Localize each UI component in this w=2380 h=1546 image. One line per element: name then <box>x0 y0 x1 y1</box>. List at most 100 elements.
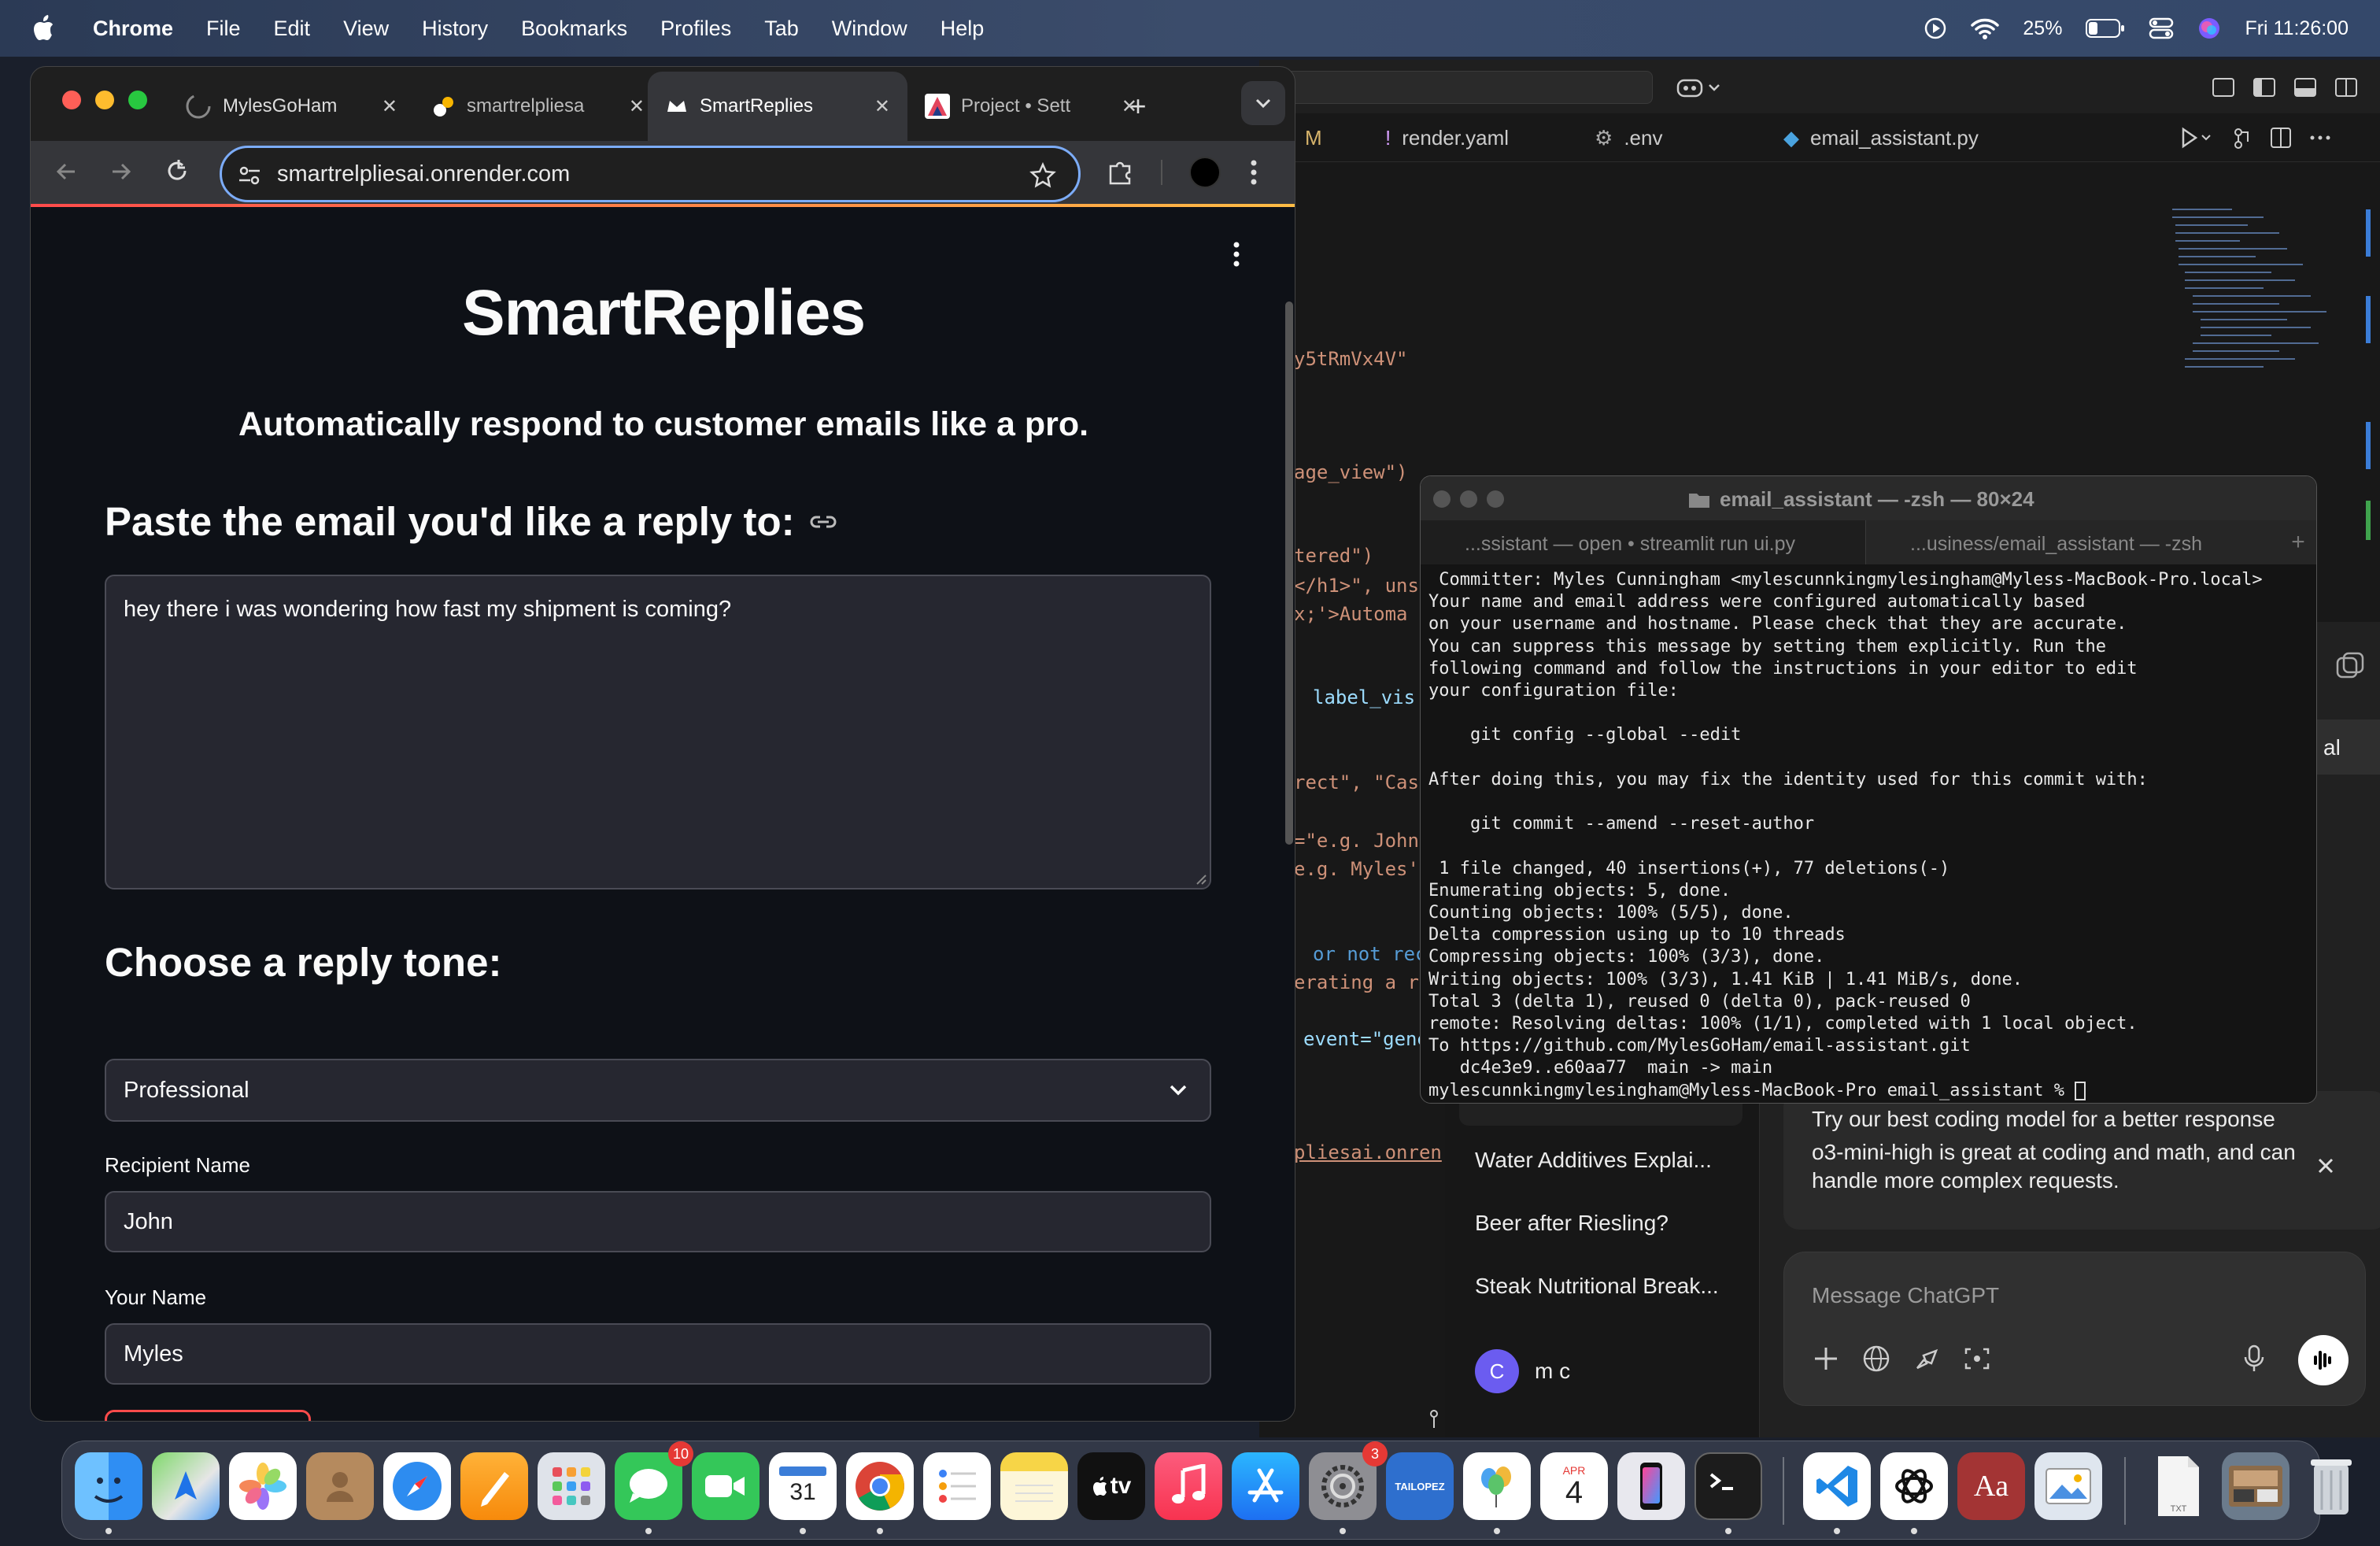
link-icon[interactable] <box>809 512 837 531</box>
microphone-icon[interactable] <box>2243 1344 2265 1373</box>
close-promo-icon[interactable] <box>2317 1157 2334 1174</box>
menu-window[interactable]: Window <box>832 17 907 41</box>
menu-tab[interactable]: Tab <box>764 17 799 41</box>
menu-app-chrome[interactable]: Chrome <box>93 17 173 41</box>
pages-icon[interactable] <box>460 1452 528 1520</box>
close-tab-icon[interactable]: ✕ <box>629 95 645 118</box>
user-name[interactable]: m c <box>1535 1359 1570 1384</box>
music-icon[interactable] <box>1155 1452 1222 1520</box>
terminal-zoom-button[interactable] <box>1487 490 1504 508</box>
txt-document-icon[interactable]: TXT <box>2145 1452 2212 1520</box>
forward-arrow-icon[interactable] <box>108 158 135 185</box>
terminal-output[interactable]: Committer: Myles Cunningham <mylescunnki… <box>1421 564 2316 1103</box>
launchpad-icon[interactable] <box>538 1452 605 1520</box>
tab-mylesgoham[interactable]: MylesGoHam ✕ <box>169 81 413 131</box>
bookmark-star-icon[interactable] <box>1029 162 1056 189</box>
extensions-puzzle-icon[interactable] <box>1106 157 1136 187</box>
terminal-tab-1[interactable]: ...ssistant — open • streamlit run ui.py <box>1421 520 1866 564</box>
menu-file[interactable]: File <box>206 17 241 41</box>
terminal-close-button[interactable] <box>1433 490 1451 508</box>
wifi-icon[interactable] <box>1971 17 2000 39</box>
email-textarea[interactable]: hey there i was wondering how fast my sh… <box>105 575 1211 890</box>
notes-icon[interactable] <box>1000 1452 1068 1520</box>
address-bar[interactable]: smartrelpliesai.onrender.com <box>220 146 1081 202</box>
contacts-icon[interactable] <box>306 1452 374 1520</box>
terminal-new-tab-button[interactable]: + <box>2278 520 2316 564</box>
resize-handle-icon[interactable] <box>1194 872 1207 885</box>
history-item[interactable]: Beer after Riesling? <box>1475 1211 1669 1236</box>
control-center-icon[interactable] <box>2149 17 2174 40</box>
terminal-icon[interactable] <box>1694 1452 1762 1520</box>
composer-tool-icons[interactable] <box>1810 1343 1999 1374</box>
window-close-button[interactable] <box>62 91 81 109</box>
close-tab-icon[interactable]: ✕ <box>874 95 890 118</box>
back-arrow-icon[interactable] <box>53 158 79 185</box>
user-avatar[interactable]: C <box>1475 1349 1519 1393</box>
window-zoom-button[interactable] <box>128 91 147 109</box>
apple-tv-icon[interactable]: tv <box>1077 1452 1145 1520</box>
app-menu-icon[interactable] <box>1232 240 1241 268</box>
vscode-branch-icon[interactable] <box>1426 1409 1442 1429</box>
vscode-command-center[interactable] <box>1259 71 1653 104</box>
editor-actions-icons[interactable] <box>2180 126 2369 150</box>
menu-view[interactable]: View <box>343 17 389 41</box>
recipient-name-input[interactable]: John <box>105 1191 1211 1252</box>
menu-bookmarks[interactable]: Bookmarks <box>521 17 627 41</box>
terminal-minimize-button[interactable] <box>1460 490 1477 508</box>
reminders-date-icon[interactable]: APR 4 <box>1540 1452 1608 1520</box>
tab-smartreplies[interactable]: SmartReplies ✕ <box>649 81 906 131</box>
tone-select[interactable]: Professional <box>105 1059 1211 1122</box>
tailopez-app-icon[interactable]: TAILOPEZ <box>1386 1452 1454 1520</box>
render-favicon <box>434 97 453 117</box>
tab-smartrelpliesa[interactable]: smartrelpliesa ✕ <box>416 81 660 131</box>
battery-icon[interactable] <box>2086 18 2125 39</box>
message-input[interactable]: Message ChatGPT <box>1812 1283 1999 1308</box>
downloads-stack-icon[interactable] <box>2222 1452 2289 1520</box>
reload-icon[interactable] <box>163 157 191 185</box>
dictionary-icon[interactable]: Aa <box>1957 1452 2025 1520</box>
play-circle-icon[interactable] <box>1924 17 1947 40</box>
menu-edit[interactable]: Edit <box>274 17 311 41</box>
maps-icon[interactable] <box>152 1452 220 1520</box>
tab-search-button[interactable] <box>1241 81 1285 125</box>
iphone-mirroring-icon[interactable] <box>1617 1452 1685 1520</box>
reminders-icon[interactable] <box>923 1452 991 1520</box>
facetime-icon[interactable] <box>692 1452 759 1520</box>
calendar-icon[interactable]: 31 <box>769 1452 837 1520</box>
your-name-input[interactable]: Myles <box>105 1323 1211 1385</box>
tab-render-yaml[interactable]: ! render.yaml <box>1385 113 1509 162</box>
new-tab-button[interactable]: + <box>1118 83 1158 130</box>
menu-help[interactable]: Help <box>941 17 985 41</box>
close-tab-icon[interactable]: ✕ <box>382 95 397 118</box>
history-item[interactable]: Steak Nutritional Break... <box>1475 1274 1719 1299</box>
page-scrollbar[interactable] <box>1285 301 1293 845</box>
tab-env[interactable]: ⚙ .env <box>1595 113 1662 162</box>
chrome-icon[interactable] <box>846 1452 914 1520</box>
menu-profiles[interactable]: Profiles <box>660 17 731 41</box>
preview-icon[interactable] <box>2034 1452 2102 1520</box>
chatgpt-icon[interactable] <box>1880 1452 1948 1520</box>
layout-icons[interactable] <box>2212 76 2369 99</box>
vscode-icon[interactable] <box>1803 1452 1871 1520</box>
generate-button-partial[interactable] <box>105 1410 311 1421</box>
tab-email-assistant-py[interactable]: ◆ email_assistant.py <box>1783 113 1979 162</box>
copilot-icon[interactable] <box>1675 74 1722 101</box>
window-minimize-button[interactable] <box>95 91 114 109</box>
history-item[interactable]: Water Additives Explai... <box>1475 1148 1712 1173</box>
site-settings-icon[interactable] <box>238 164 261 187</box>
safari-icon[interactable] <box>383 1452 451 1520</box>
app-store-icon[interactable] <box>1232 1452 1299 1520</box>
tab-project-settings[interactable]: Project • Sett ✕ <box>909 81 1153 131</box>
keynote-icon[interactable] <box>1463 1452 1531 1520</box>
finder-icon[interactable] <box>75 1452 142 1520</box>
new-window-icon[interactable] <box>2334 650 2366 682</box>
voice-mode-button[interactable] <box>2298 1335 2349 1385</box>
terminal-tab-2[interactable]: ...usiness/email_assistant — -zsh <box>1866 520 2278 564</box>
photos-icon[interactable] <box>229 1452 297 1520</box>
more-menu-icon[interactable] <box>1249 157 1258 188</box>
trash-icon[interactable] <box>2297 1452 2365 1520</box>
apple-icon[interactable] <box>31 15 55 42</box>
profile-avatar[interactable] <box>1189 157 1221 188</box>
siri-icon[interactable] <box>2197 17 2221 40</box>
menu-history[interactable]: History <box>422 17 488 41</box>
